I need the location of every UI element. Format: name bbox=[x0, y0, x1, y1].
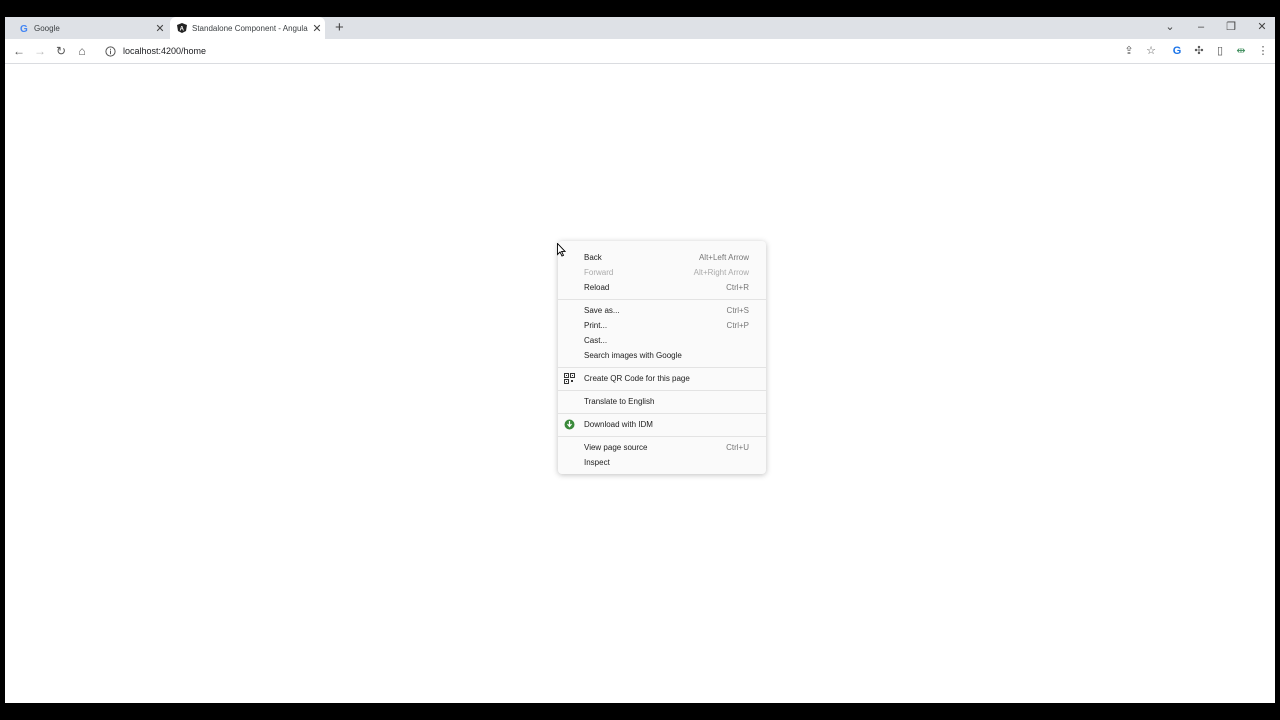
minimize-icon[interactable]: – bbox=[1193, 19, 1209, 35]
menu-item-label: Create QR Code for this page bbox=[584, 374, 690, 383]
translate-icon[interactable]: G bbox=[1169, 43, 1185, 59]
qr-code-icon bbox=[564, 373, 575, 384]
tab-strip: G Google ✕ A Standalone Component - Angu… bbox=[5, 17, 1275, 39]
menu-item-label: Forward bbox=[584, 268, 614, 277]
menu-item-label: Save as... bbox=[584, 306, 620, 315]
menu-separator bbox=[558, 413, 766, 414]
menu-item-shortcut: Ctrl+R bbox=[726, 283, 749, 292]
menu-item-shortcut: Ctrl+U bbox=[726, 443, 749, 452]
svg-text:G: G bbox=[20, 24, 28, 33]
menu-separator bbox=[558, 299, 766, 300]
menu-item-label: Print... bbox=[584, 321, 608, 330]
address-bar[interactable]: localhost:4200/home bbox=[101, 41, 1261, 61]
menu-item-label: Search images with Google bbox=[584, 351, 682, 360]
menu-item-label: Translate to English bbox=[584, 397, 655, 406]
tab-search-icon[interactable]: ⌄ bbox=[1162, 19, 1178, 35]
tab-standalone-component[interactable]: A Standalone Component - Angula ✕ bbox=[170, 17, 325, 39]
menu-item-view-source[interactable]: View page source Ctrl+U bbox=[558, 440, 766, 455]
bookmark-star-icon[interactable]: ☆ bbox=[1143, 43, 1159, 59]
close-window-icon[interactable]: ✕ bbox=[1254, 19, 1270, 35]
url-text: localhost:4200/home bbox=[123, 46, 207, 56]
menu-item-print[interactable]: Print... Ctrl+P bbox=[558, 318, 766, 333]
tab-title: Google bbox=[34, 23, 60, 33]
home-icon[interactable]: ⌂ bbox=[74, 43, 90, 59]
tab-title: Standalone Component - Angula bbox=[192, 23, 308, 33]
menu-item-label: Cast... bbox=[584, 336, 608, 345]
browser-toolbar: ← → ↻ ⌂ localhost:4200/home ⇪ ☆ G ✣ ▯ ⇹ … bbox=[5, 39, 1275, 64]
idm-icon bbox=[564, 419, 575, 430]
side-panel-icon[interactable]: ▯ bbox=[1212, 43, 1228, 59]
site-info-icon[interactable] bbox=[103, 44, 117, 58]
menu-item-shortcut: Ctrl+P bbox=[726, 321, 749, 330]
idm-extension-icon[interactable]: ⇹ bbox=[1233, 43, 1249, 59]
menu-item-shortcut: Alt+Left Arrow bbox=[698, 253, 749, 262]
angular-icon: A bbox=[177, 23, 187, 33]
forward-icon[interactable]: → bbox=[32, 43, 48, 59]
close-tab-icon[interactable]: ✕ bbox=[154, 22, 166, 35]
browser-window: G Google ✕ A Standalone Component - Angu… bbox=[5, 17, 1275, 703]
menu-separator bbox=[558, 436, 766, 437]
share-icon[interactable]: ⇪ bbox=[1121, 43, 1137, 59]
restore-icon[interactable]: ❐ bbox=[1223, 19, 1239, 35]
close-tab-icon[interactable]: ✕ bbox=[311, 22, 323, 35]
menu-item-label: Download with IDM bbox=[584, 420, 653, 429]
menu-separator bbox=[558, 367, 766, 368]
menu-item-forward[interactable]: Forward Alt+Right Arrow bbox=[558, 265, 766, 280]
reload-icon[interactable]: ↻ bbox=[53, 43, 69, 59]
svg-text:A: A bbox=[180, 27, 185, 33]
menu-item-label: Back bbox=[584, 253, 602, 262]
menu-item-shortcut: Alt+Right Arrow bbox=[693, 268, 749, 277]
menu-item-translate[interactable]: Translate to English bbox=[558, 394, 766, 409]
menu-item-label: View page source bbox=[584, 443, 648, 452]
new-tab-icon[interactable]: + bbox=[335, 20, 344, 36]
extensions-icon[interactable]: ✣ bbox=[1191, 43, 1207, 59]
menu-item-create-qr-code[interactable]: Create QR Code for this page bbox=[558, 371, 766, 386]
menu-item-label: Reload bbox=[584, 283, 610, 292]
menu-item-reload[interactable]: Reload Ctrl+R bbox=[558, 280, 766, 295]
menu-separator bbox=[558, 390, 766, 391]
menu-item-shortcut: Ctrl+S bbox=[726, 306, 749, 315]
more-menu-icon[interactable]: ⋮ bbox=[1255, 43, 1271, 59]
menu-item-search-images[interactable]: Search images with Google bbox=[558, 348, 766, 363]
menu-item-save-as[interactable]: Save as... Ctrl+S bbox=[558, 303, 766, 318]
tab-google[interactable]: G Google ✕ bbox=[13, 17, 168, 39]
back-icon[interactable]: ← bbox=[11, 43, 27, 59]
menu-item-download-idm[interactable]: Download with IDM bbox=[558, 417, 766, 432]
menu-item-cast[interactable]: Cast... bbox=[558, 333, 766, 348]
menu-item-inspect[interactable]: Inspect bbox=[558, 455, 766, 470]
menu-item-back[interactable]: Back Alt+Left Arrow bbox=[558, 250, 766, 265]
menu-item-label: Inspect bbox=[584, 458, 610, 467]
context-menu: Back Alt+Left Arrow Forward Alt+Right Ar… bbox=[558, 241, 766, 474]
google-g-icon: G bbox=[19, 23, 29, 33]
mouse-cursor-icon bbox=[557, 242, 567, 262]
